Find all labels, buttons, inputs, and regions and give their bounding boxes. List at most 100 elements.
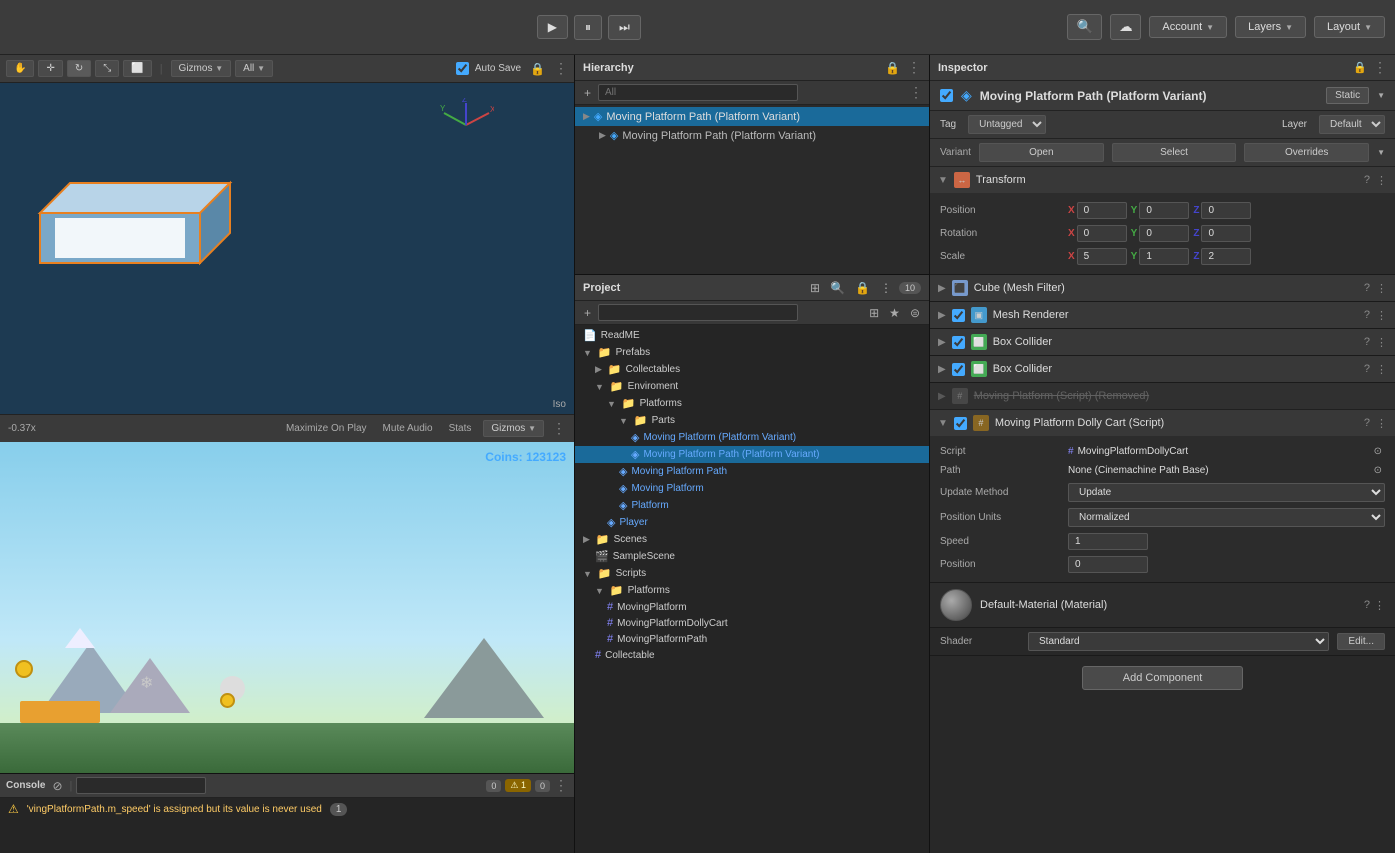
transform-header[interactable]: ▼ ↔ Transform ? ⋮ bbox=[930, 167, 1395, 193]
layout-button[interactable]: Layout ▼ bbox=[1314, 16, 1385, 38]
project-item-platforms[interactable]: ▼ 📁 Platforms bbox=[575, 395, 929, 412]
tool-move[interactable]: ✛ bbox=[38, 60, 62, 77]
removed-script-header[interactable]: ▶ # Moving Platform (Script) (Removed) bbox=[930, 383, 1395, 409]
project-item-collectables[interactable]: ▶ 📁 Collectables bbox=[575, 361, 929, 378]
scale-x-input[interactable] bbox=[1077, 248, 1127, 265]
pause-button[interactable]: ⏸ bbox=[574, 15, 602, 40]
project-item-mppv2[interactable]: ◈ Moving Platform Path (Platform Variant… bbox=[575, 446, 929, 463]
tool-hand[interactable]: ✋ bbox=[6, 60, 34, 77]
project-item-mppv1[interactable]: ◈ Moving Platform (Platform Variant) bbox=[575, 429, 929, 446]
dolly-cart-checkbox[interactable] bbox=[954, 417, 967, 430]
project-view-toggle[interactable]: ⊞ bbox=[866, 305, 882, 321]
hierarchy-item-0[interactable]: ▶ ◈ Moving Platform Path (Platform Varia… bbox=[575, 107, 929, 126]
gizmos-dropdown[interactable]: Gizmos ▼ bbox=[171, 60, 232, 77]
add-component-button[interactable]: Add Component bbox=[1082, 666, 1244, 690]
tool-rotate[interactable]: ↻ bbox=[67, 60, 91, 77]
tag-select[interactable]: Untagged bbox=[968, 115, 1046, 134]
hierarchy-options-button[interactable]: ⋮ bbox=[909, 84, 923, 101]
project-search-input[interactable] bbox=[598, 304, 798, 321]
cart-position-input[interactable] bbox=[1068, 556, 1148, 573]
project-item-player[interactable]: ◈ Player bbox=[575, 514, 929, 531]
project-item-readme[interactable]: 📄 ReadME bbox=[575, 327, 929, 344]
project-favorites[interactable]: ★ bbox=[886, 305, 903, 321]
box-collider2-more[interactable]: ⋮ bbox=[1376, 363, 1387, 376]
tool-rect[interactable]: ⬜ bbox=[123, 60, 151, 77]
project-item-parts[interactable]: ▼ 📁 Parts bbox=[575, 412, 929, 429]
mesh-renderer-checkbox[interactable] bbox=[952, 309, 965, 322]
project-item-collectable[interactable]: # Collectable bbox=[575, 647, 929, 663]
console-search[interactable] bbox=[76, 777, 206, 794]
rot-z-input[interactable] bbox=[1201, 225, 1251, 242]
script-target-button[interactable]: ⊙ bbox=[1371, 445, 1385, 458]
box-collider1-more[interactable]: ⋮ bbox=[1376, 336, 1387, 349]
scale-y-input[interactable] bbox=[1139, 248, 1189, 265]
all-dropdown[interactable]: All ▼ bbox=[235, 60, 273, 77]
console-clear-button[interactable]: ⊘ bbox=[49, 778, 65, 794]
project-item-prefabs[interactable]: ▼ 📁 Prefabs bbox=[575, 344, 929, 361]
tool-scale[interactable]: ⤡ bbox=[95, 60, 119, 77]
static-button[interactable]: Static bbox=[1326, 87, 1369, 104]
select-variant-button[interactable]: Select bbox=[1112, 143, 1237, 162]
hierarchy-item-1[interactable]: ▶ ◈ Moving Platform Path (Platform Varia… bbox=[575, 126, 929, 145]
cube-mesh-more[interactable]: ⋮ bbox=[1376, 282, 1387, 295]
play-button[interactable]: ▶ bbox=[537, 15, 568, 39]
project-add-button[interactable]: + bbox=[581, 305, 594, 321]
rot-x-input[interactable] bbox=[1077, 225, 1127, 242]
console-more-button[interactable]: ⋮ bbox=[554, 777, 568, 794]
material-more[interactable]: ⋮ bbox=[1374, 599, 1385, 612]
project-item-mp[interactable]: ◈ Moving Platform bbox=[575, 480, 929, 497]
inspector-more-button[interactable]: ⋮ bbox=[1373, 59, 1387, 76]
cube-mesh-header[interactable]: ▶ ⬛ Cube (Mesh Filter) ? ⋮ bbox=[930, 275, 1395, 301]
maximize-play-button[interactable]: Maximize On Play bbox=[282, 421, 371, 436]
hierarchy-more-button[interactable]: ⋮ bbox=[907, 59, 921, 76]
project-item-scripts-platforms[interactable]: ▼ 📁 Platforms bbox=[575, 582, 929, 599]
step-button[interactable]: ⏭ bbox=[608, 15, 641, 40]
mesh-renderer-help[interactable]: ? bbox=[1364, 309, 1370, 321]
project-view-button[interactable]: ⊞ bbox=[807, 280, 823, 296]
dolly-cart-more[interactable]: ⋮ bbox=[1376, 417, 1387, 430]
game-gizmos-button[interactable]: Gizmos ▼ bbox=[483, 420, 544, 437]
box-collider2-help[interactable]: ? bbox=[1364, 363, 1370, 375]
project-item-movingplatform[interactable]: # MovingPlatform bbox=[575, 599, 929, 615]
obj-active-checkbox[interactable] bbox=[940, 89, 953, 102]
box-collider2-checkbox[interactable] bbox=[952, 363, 965, 376]
dolly-cart-help[interactable]: ? bbox=[1364, 417, 1370, 429]
search-button[interactable]: 🔍 bbox=[1067, 14, 1102, 40]
scale-z-input[interactable] bbox=[1201, 248, 1251, 265]
edit-shader-button[interactable]: Edit... bbox=[1337, 633, 1385, 650]
stats-button[interactable]: Stats bbox=[445, 421, 476, 436]
scene-view[interactable]: X Y Z Iso bbox=[0, 83, 574, 414]
open-variant-button[interactable]: Open bbox=[979, 143, 1104, 162]
project-search-button[interactable]: 🔍 bbox=[827, 280, 848, 296]
project-filter[interactable]: ⊜ bbox=[907, 305, 923, 321]
material-help[interactable]: ? bbox=[1364, 599, 1370, 612]
project-item-platform[interactable]: ◈ Platform bbox=[575, 497, 929, 514]
rot-y-input[interactable] bbox=[1139, 225, 1189, 242]
project-item-mpdc[interactable]: # MovingPlatformDollyCart bbox=[575, 615, 929, 631]
cloud-button[interactable]: ☁ bbox=[1110, 14, 1141, 40]
mesh-renderer-header[interactable]: ▶ ▣ Mesh Renderer ? ⋮ bbox=[930, 302, 1395, 328]
box-collider2-header[interactable]: ▶ ⬜ Box Collider ? ⋮ bbox=[930, 356, 1395, 382]
pos-y-input[interactable] bbox=[1139, 202, 1189, 219]
pos-x-input[interactable] bbox=[1077, 202, 1127, 219]
layers-button[interactable]: Layers ▼ bbox=[1235, 16, 1306, 38]
scene-lock-button[interactable]: 🔒 bbox=[527, 61, 548, 77]
project-item-scenes[interactable]: ▶ 📁 Scenes bbox=[575, 531, 929, 548]
transform-help[interactable]: ? bbox=[1364, 174, 1370, 186]
mesh-renderer-more[interactable]: ⋮ bbox=[1376, 309, 1387, 322]
pos-z-input[interactable] bbox=[1201, 202, 1251, 219]
shader-select[interactable]: Standard bbox=[1028, 632, 1329, 651]
cube-mesh-help[interactable]: ? bbox=[1364, 282, 1370, 294]
box-collider1-checkbox[interactable] bbox=[952, 336, 965, 349]
scene-more-button[interactable]: ⋮ bbox=[554, 60, 568, 77]
transform-more[interactable]: ⋮ bbox=[1376, 174, 1387, 187]
project-item-enviroment[interactable]: ▼ 📁 Enviroment bbox=[575, 378, 929, 395]
project-options-button[interactable]: ⋮ bbox=[877, 280, 895, 296]
position-units-select[interactable]: Normalized Distance bbox=[1068, 508, 1385, 527]
hierarchy-lock-button[interactable]: 🔒 bbox=[882, 60, 903, 76]
account-button[interactable]: Account ▼ bbox=[1149, 16, 1227, 38]
box-collider1-header[interactable]: ▶ ⬜ Box Collider ? ⋮ bbox=[930, 329, 1395, 355]
hierarchy-search[interactable] bbox=[598, 84, 798, 101]
path-target-button[interactable]: ⊙ bbox=[1371, 464, 1385, 477]
overrides-button[interactable]: Overrides bbox=[1244, 143, 1369, 162]
